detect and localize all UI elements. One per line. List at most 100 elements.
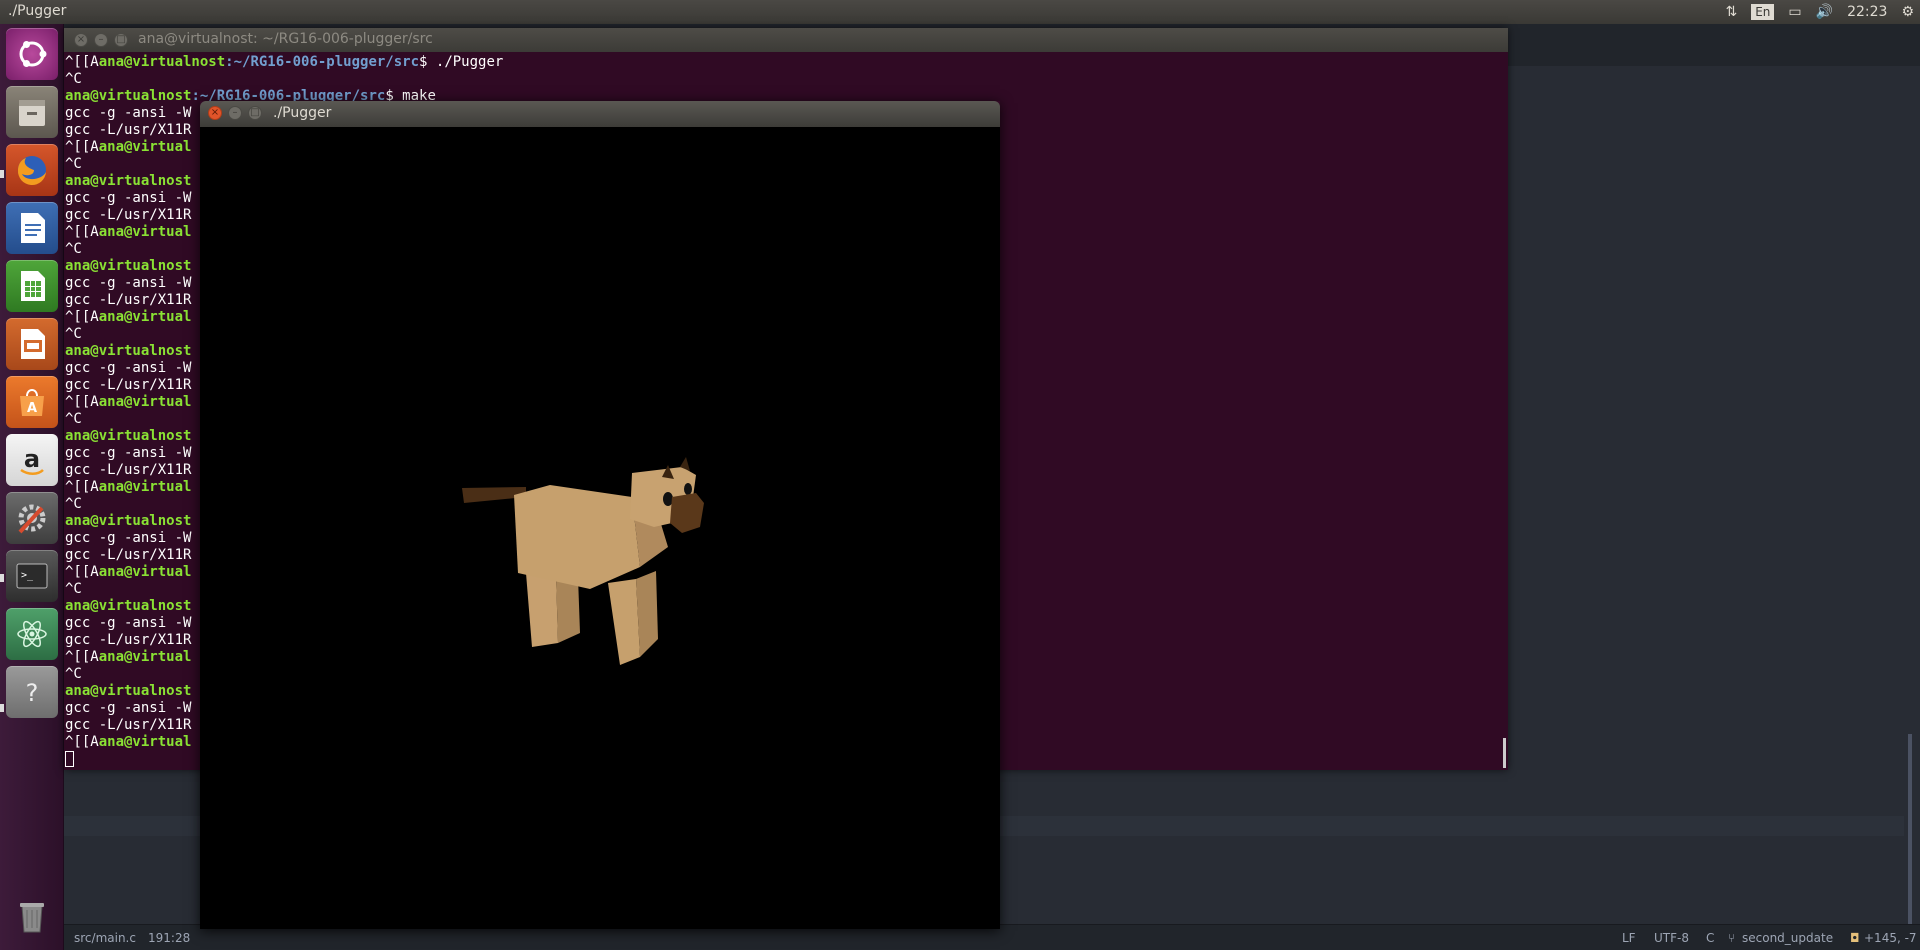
trash-icon[interactable] (6, 890, 58, 942)
dog-snout (670, 493, 704, 533)
keyboard-layout-indicator[interactable]: En (1751, 4, 1775, 20)
atom-icon[interactable] (6, 608, 58, 660)
terminal-titlebar[interactable]: × – □ ana@virtualnost: ~/RG16-006-plugge… (64, 28, 1508, 52)
diff-icon: ◘ (1850, 931, 1860, 945)
battery-icon[interactable]: ▭ (1788, 4, 1801, 20)
network-icon[interactable]: ⇅ (1725, 4, 1737, 20)
pugger-minimize-button[interactable]: – (228, 106, 242, 120)
svg-text:a: a (24, 445, 40, 473)
prompt-user: ana@virtualnost (98, 54, 226, 70)
volume-icon[interactable]: 🔊 (1816, 4, 1833, 20)
gcc-output: gcc -g -ansi -W (65, 360, 192, 376)
prompt-user: ana@virtual (98, 309, 192, 325)
gcc-output: gcc -g -ansi -W (65, 700, 192, 716)
terminal-icon[interactable]: >_ (6, 550, 58, 602)
terminal-line: ^[[Aana@virtualnost:~/RG16-006-plugger/s… (65, 54, 1507, 71)
system-settings-icon[interactable] (6, 492, 58, 544)
prompt-user: ana@virtual (98, 479, 192, 495)
svg-text:?: ? (26, 679, 39, 707)
svg-text:A: A (27, 401, 37, 416)
terminal-minimize-button[interactable]: – (94, 33, 108, 47)
prompt-user: ana@virtual (98, 649, 192, 665)
gcc-output: gcc -g -ansi -W (65, 190, 192, 206)
interrupt: ^C (65, 666, 82, 682)
terminal-cursor (65, 751, 74, 767)
dog-eye (684, 483, 692, 495)
gcc-output: gcc -L/usr/X11R (65, 462, 192, 478)
gcc-output: gcc -g -ansi -W (65, 530, 192, 546)
gcc-output: gcc -g -ansi -W (65, 275, 192, 291)
status-encoding[interactable]: UTF-8 (1654, 931, 1689, 945)
interrupt: ^C (65, 71, 82, 87)
interrupt: ^C (65, 496, 82, 512)
pugger-titlebar[interactable]: × – □ ./Pugger (200, 101, 1000, 127)
git-branch-icon: ⑂ (1728, 931, 1736, 945)
pugger-maximize-button[interactable]: □ (248, 106, 262, 120)
prompt-user: ana@virtualnost (65, 513, 192, 529)
escape-seq: ^[[A (65, 479, 99, 495)
prompt-path: :~/RG16-006-plugger/src (225, 54, 420, 70)
gcc-output: gcc -L/usr/X11R (65, 122, 192, 138)
gcc-output: gcc -L/usr/X11R (65, 632, 192, 648)
interrupt: ^C (65, 411, 82, 427)
interrupt: ^C (65, 156, 82, 172)
prompt-user: ana@virtualnost (65, 343, 192, 359)
status-line-ending[interactable]: LF (1622, 931, 1636, 945)
pugger-window[interactable]: × – □ ./Pugger (200, 101, 1000, 929)
gear-icon[interactable]: ⚙ (1901, 4, 1914, 20)
escape-seq: ^[[A (65, 224, 99, 240)
libreoffice-calc-icon[interactable] (6, 260, 58, 312)
prompt-user: ana@virtualnost (65, 88, 192, 104)
escape-seq: ^[[A (65, 139, 99, 155)
running-indicator (0, 170, 4, 178)
gcc-output: gcc -g -ansi -W (65, 445, 192, 461)
prompt-user: ana@virtual (98, 564, 192, 580)
interrupt: ^C (65, 581, 82, 597)
gcc-output: gcc -L/usr/X11R (65, 207, 192, 223)
libreoffice-writer-icon[interactable] (6, 202, 58, 254)
terminal-scrollbar[interactable] (1503, 738, 1506, 768)
prompt-user: ana@virtualnost (65, 598, 192, 614)
amazon-icon[interactable]: a (6, 434, 58, 486)
gcc-output: gcc -g -ansi -W (65, 105, 192, 121)
editor-scrollbar[interactable] (1908, 734, 1912, 934)
escape-seq: ^[[A (65, 309, 99, 325)
indicator-area: ⇅ En ▭ 🔊 22:23 ⚙ (1725, 0, 1914, 24)
running-indicator (0, 704, 4, 712)
active-window-title: ./Pugger (8, 3, 67, 19)
escape-seq: ^[[A (65, 649, 99, 665)
unknown-app-icon[interactable]: ? (6, 666, 58, 718)
libreoffice-impress-icon[interactable] (6, 318, 58, 370)
terminal-title: ana@virtualnost: ~/RG16-006-plugger/src (138, 31, 433, 47)
escape-seq: ^[[A (65, 54, 99, 70)
command: $ ./Pugger (419, 54, 504, 70)
files-icon[interactable] (6, 86, 58, 138)
status-cursor-position[interactable]: 191:28 (148, 931, 190, 945)
top-panel: ./Pugger ⇅ En ▭ 🔊 22:23 ⚙ (0, 0, 1920, 24)
gcc-output: gcc -L/usr/X11R (65, 377, 192, 393)
prompt-user: ana@virtual (98, 734, 192, 750)
escape-seq: ^[[A (65, 394, 99, 410)
status-grammar[interactable]: C (1706, 931, 1714, 945)
clock[interactable]: 22:23 (1847, 4, 1887, 20)
terminal-maximize-button[interactable]: □ (114, 33, 128, 47)
software-center-icon[interactable]: A (6, 376, 58, 428)
interrupt: ^C (65, 241, 82, 257)
terminal-line: ^C (65, 71, 1507, 88)
prompt-user: ana@virtualnost (65, 428, 192, 444)
status-git-diff[interactable]: +145, -7 (1864, 931, 1917, 945)
svg-text:>_: >_ (21, 570, 34, 581)
prompt-user: ana@virtual (98, 224, 192, 240)
gcc-output: gcc -g -ansi -W (65, 615, 192, 631)
firefox-icon[interactable] (6, 144, 58, 196)
terminal-close-button[interactable]: × (74, 33, 88, 47)
escape-seq: ^[[A (65, 734, 99, 750)
pugger-close-button[interactable]: × (208, 106, 222, 120)
opengl-canvas[interactable] (200, 127, 1000, 929)
status-file-path[interactable]: src/main.c (74, 931, 136, 945)
dog-back-leg (526, 573, 558, 647)
status-git-branch[interactable]: second_update (1742, 931, 1833, 945)
ubuntu-dash-icon[interactable] (6, 28, 58, 80)
dog-front-leg (608, 579, 640, 665)
pugger-title: ./Pugger (273, 105, 332, 121)
